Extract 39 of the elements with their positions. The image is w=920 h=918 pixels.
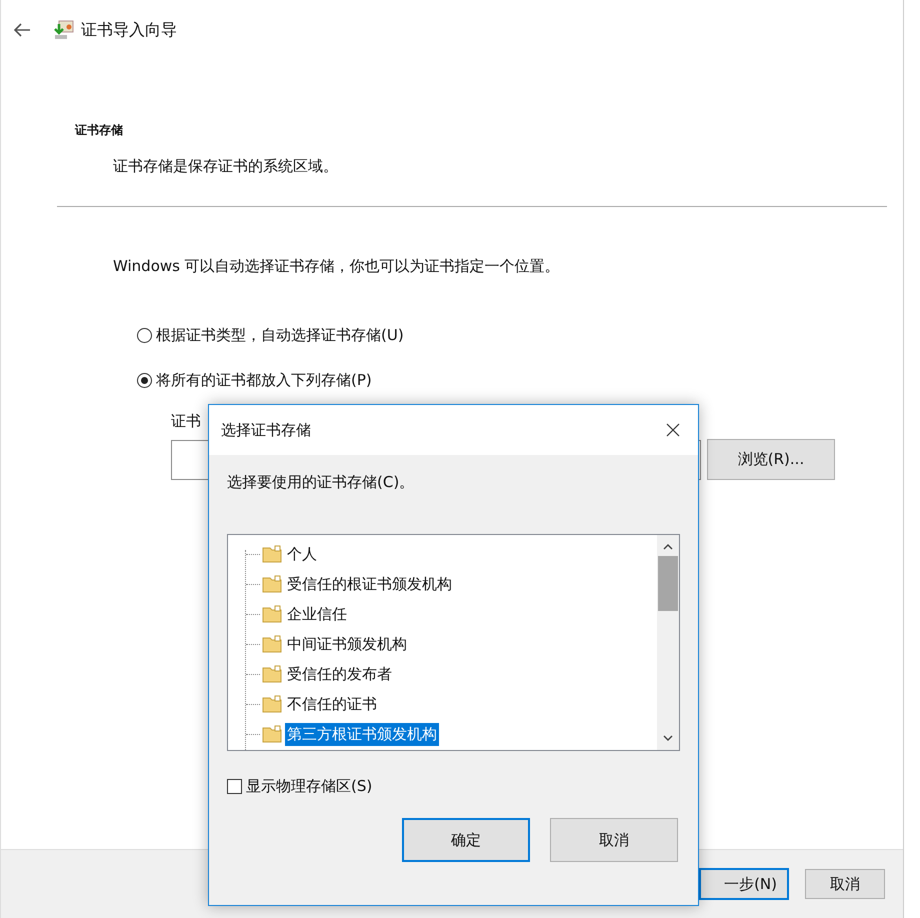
dialog-title: 选择证书存储 [221, 420, 311, 440]
folder-icon [262, 545, 282, 563]
radio-label: 将所有的证书都放入下列存储(P) [156, 371, 372, 390]
store-label: 证书 [171, 412, 201, 431]
radio-button[interactable] [137, 328, 152, 343]
back-icon[interactable] [13, 23, 31, 37]
tree-item[interactable]: 企业信任 [285, 602, 349, 626]
intro-text: Windows 可以自动选择证书存储，你也可以为证书指定一个位置。 [112, 257, 561, 276]
close-icon[interactable] [666, 423, 680, 437]
radio-button[interactable] [137, 373, 152, 388]
tree-item[interactable]: 受信任的根证书颁发机构 [285, 572, 454, 596]
tree-item[interactable]: 个人 [285, 542, 319, 566]
tree-item[interactable]: 第三方根证书颁发机构 [285, 722, 439, 746]
checkbox[interactable] [227, 779, 242, 794]
folder-icon [262, 605, 282, 623]
section-heading: 证书存储 [74, 122, 124, 139]
section-description: 证书存储是保存证书的系统区域。 [112, 157, 339, 176]
tree-item[interactable]: 中间证书颁发机构 [285, 632, 409, 656]
folder-icon [262, 695, 282, 713]
radio-label: 根据证书类型，自动选择证书存储(U) [156, 326, 404, 345]
ok-button[interactable]: 确定 [402, 818, 530, 862]
folder-icon [262, 575, 282, 593]
scroll-down-icon[interactable] [663, 735, 673, 742]
checkbox-label: 显示物理存储区(S) [246, 777, 372, 796]
scrollbar[interactable] [657, 535, 679, 750]
cancel-button[interactable]: 取消 [550, 818, 678, 862]
dialog-prompt: 选择要使用的证书存储(C)。 [227, 473, 416, 492]
folder-icon [262, 725, 282, 743]
cancel-button[interactable]: 取消 [805, 869, 885, 899]
folder-icon [262, 665, 282, 683]
tree-item[interactable]: 不信任的证书 [285, 692, 379, 716]
scrollbar-thumb[interactable] [658, 556, 678, 611]
folder-icon [262, 635, 282, 653]
browse-button[interactable]: 浏览(R)... [707, 439, 835, 480]
scroll-up-icon[interactable] [663, 543, 673, 550]
certificate-icon [53, 20, 75, 40]
tree-item[interactable]: 受信任的发布者 [285, 662, 394, 686]
next-button[interactable]: 一步(N) [699, 868, 789, 900]
window-title: 证书导入向导 [81, 20, 177, 40]
